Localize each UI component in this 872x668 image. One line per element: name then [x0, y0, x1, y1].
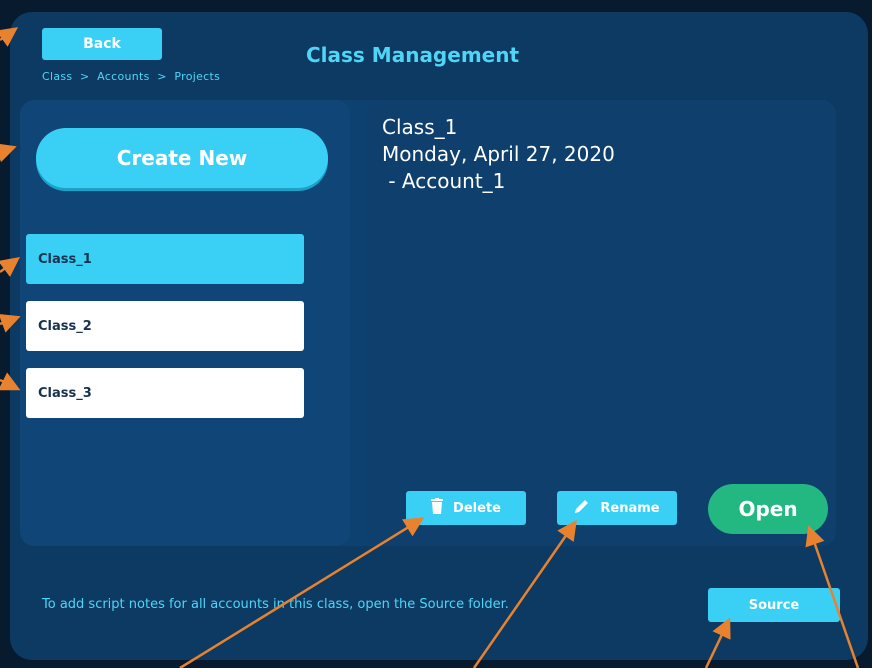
annotation-arrow: [0, 257, 20, 277]
annotation-arrow: [0, 143, 17, 163]
annotation-arrow: [704, 617, 731, 668]
annotation-arrow: [805, 525, 860, 668]
annotation-arrow: [0, 313, 21, 333]
annotation-arrows: [0, 27, 860, 668]
annotation-arrow: [179, 517, 425, 668]
annotation-arrow: [0, 372, 21, 391]
annotation-arrow: [472, 519, 577, 668]
annotation-arrow: [0, 27, 19, 47]
